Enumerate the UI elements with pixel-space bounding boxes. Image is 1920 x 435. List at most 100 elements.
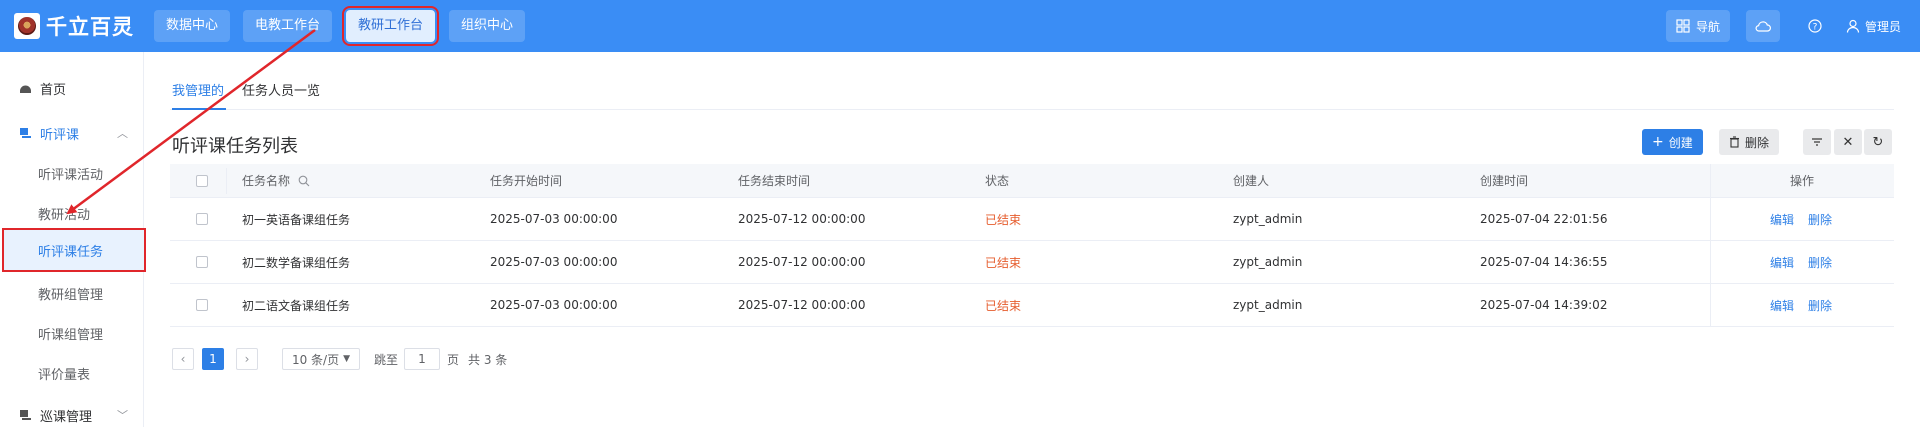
edit-link[interactable]: 编辑 (1770, 254, 1794, 271)
nav-audiovisual-workbench[interactable]: 电教工作台 (243, 10, 333, 42)
logo-emblem-icon (14, 13, 40, 39)
header-actions: 操作 (1790, 174, 1815, 188)
sidebar-item-research-activity[interactable]: 教研活动 (0, 193, 144, 233)
delete-button-label: 删除 (1745, 135, 1770, 150)
chevron-left-icon: ‹ (180, 352, 186, 366)
create-button[interactable]: + 创建 (1642, 129, 1703, 155)
chevron-up-icon: ︿ (117, 127, 128, 140)
navigation-button[interactable]: 导航 (1666, 10, 1730, 42)
row-checkbox[interactable] (196, 198, 208, 240)
patrol-icon (18, 408, 32, 422)
svg-text:?: ? (1813, 23, 1818, 33)
filter-icon (1812, 138, 1822, 146)
user-menu[interactable]: 管理员 (1846, 10, 1901, 42)
filter-button[interactable] (1803, 129, 1831, 155)
page-title: 听评课任务列表 (172, 136, 298, 157)
table-row: 初二语文备课组任务 2025-07-03 00:00:00 2025-07-12… (170, 284, 1894, 327)
top-bar: 千立百灵 数据中心 电教工作台 教研工作台 组织中心 导航 ? 管理员 (0, 0, 1920, 52)
total-count: 共 3 条 (468, 352, 508, 367)
header-creator: 创建人 (1233, 174, 1270, 188)
edit-link[interactable]: 编辑 (1770, 297, 1794, 314)
search-icon[interactable] (298, 175, 310, 187)
end-time: 2025-07-12 00:00:00 (738, 212, 866, 226)
edit-link[interactable]: 编辑 (1770, 211, 1794, 228)
sidebar-item-research-group[interactable]: 教研组管理 (0, 273, 144, 313)
select-all-checkbox[interactable] (196, 164, 208, 197)
header-created-time: 创建时间 (1480, 174, 1529, 188)
close-icon: ✕ (1842, 134, 1854, 150)
chevron-down-icon: ﹀ (117, 409, 128, 422)
start-time: 2025-07-03 00:00:00 (490, 212, 618, 226)
row-checkbox[interactable] (196, 241, 208, 283)
plus-icon: + (1652, 134, 1664, 150)
tab-task-personnel[interactable]: 任务人员一览 (242, 80, 320, 110)
navigation-label: 导航 (1695, 19, 1720, 34)
refresh-icon: ↻ (1872, 134, 1884, 150)
status-badge: 已结束 (985, 298, 1022, 313)
pagination: ‹ 1 › 10 条/页 ▼ 跳至 1 页 共 3 条 (170, 348, 870, 372)
start-time: 2025-07-03 00:00:00 (490, 255, 618, 269)
table-row: 初一英语备课组任务 2025-07-03 00:00:00 2025-07-12… (170, 198, 1894, 241)
jump-suffix: 页 (447, 352, 460, 367)
help-button[interactable]: ? (1808, 10, 1826, 42)
page-size-value: 10 条/页 (291, 352, 340, 367)
cloud-icon (1755, 21, 1771, 32)
task-name: 初二语文备课组任务 (242, 298, 351, 313)
sidebar-item-listen-activity[interactable]: 听评课活动 (0, 153, 144, 193)
sidebar-group-listen-evaluate-label: 听评课 (40, 127, 80, 143)
create-button-label: 创建 (1668, 135, 1693, 150)
jump-page-input[interactable]: 1 (404, 348, 440, 370)
sidebar-group-patrol-label: 巡课管理 (40, 409, 93, 425)
status-badge: 已结束 (985, 255, 1022, 270)
user-icon (1846, 19, 1860, 33)
delete-link[interactable]: 删除 (1808, 254, 1832, 271)
header-task-name-label: 任务名称 (242, 174, 291, 188)
header-task-name: 任务名称 (242, 164, 310, 197)
next-page-button[interactable]: › (236, 348, 258, 370)
row-checkbox[interactable] (196, 284, 208, 326)
sidebar-group-listen-evaluate[interactable]: 听评课 ︿ (0, 113, 144, 153)
delete-link[interactable]: 删除 (1808, 297, 1832, 314)
page-size-select[interactable]: 10 条/页 ▼ (282, 348, 360, 370)
creator: zypt_admin (1233, 212, 1303, 226)
brand-logo[interactable]: 千立百灵 (14, 12, 134, 40)
header-start-time: 任务开始时间 (490, 174, 563, 188)
sidebar-item-listen-group[interactable]: 听课组管理 (0, 313, 144, 353)
caret-down-icon: ▼ (343, 354, 351, 364)
task-name: 初二数学备课组任务 (242, 255, 351, 270)
prev-page-button[interactable]: ‹ (172, 348, 194, 370)
sidebar-item-home-label: 首页 (40, 82, 67, 98)
sidebar: 首页 听评课 ︿ 听评课活动 教研活动 听评课任务 教研组管理 听课组管理 评价… (0, 52, 146, 427)
page-number-current[interactable]: 1 (202, 348, 224, 370)
help-icon: ? (1808, 19, 1822, 33)
creator: zypt_admin (1233, 298, 1303, 312)
main-content: 我管理的 任务人员一览 听评课任务列表 + 创建 删除 ✕ ↻ 任务名称 任务开… (170, 52, 1894, 427)
nav-data-center[interactable]: 数据中心 (154, 10, 231, 42)
header-status: 状态 (985, 174, 1010, 188)
user-name: 管理员 (1865, 19, 1902, 34)
sidebar-item-home[interactable]: 首页 (0, 68, 144, 108)
close-button[interactable]: ✕ (1834, 129, 1862, 155)
created-time: 2025-07-04 14:36:55 (1480, 255, 1608, 269)
sidebar-item-listen-task[interactable]: 听评课任务 (2, 228, 146, 272)
task-name: 初一英语备课组任务 (242, 212, 351, 227)
created-time: 2025-07-04 14:39:02 (1480, 298, 1608, 312)
nav-teaching-research-workbench[interactable]: 教研工作台 (341, 6, 440, 46)
sidebar-group-patrol[interactable]: 巡课管理 ﹀ (0, 395, 144, 435)
tab-bar: 我管理的 任务人员一览 (170, 80, 1894, 110)
sidebar-item-evaluation-scale[interactable]: 评价量表 (0, 353, 144, 393)
start-time: 2025-07-03 00:00:00 (490, 298, 618, 312)
jump-prefix: 跳至 (374, 352, 399, 367)
creator: zypt_admin (1233, 255, 1303, 269)
dashboard-icon (18, 81, 32, 95)
nav-organization-center[interactable]: 组织中心 (449, 10, 526, 42)
header-end-time: 任务结束时间 (738, 174, 811, 188)
delete-link[interactable]: 删除 (1808, 211, 1832, 228)
tab-my-managed[interactable]: 我管理的 (172, 80, 226, 110)
delete-button[interactable]: 删除 (1719, 129, 1780, 155)
created-time: 2025-07-04 22:01:56 (1480, 212, 1608, 226)
cloud-button[interactable] (1746, 10, 1780, 42)
lesson-icon (18, 126, 32, 140)
refresh-button[interactable]: ↻ (1864, 129, 1892, 155)
table-row: 初二数学备课组任务 2025-07-03 00:00:00 2025-07-12… (170, 241, 1894, 284)
